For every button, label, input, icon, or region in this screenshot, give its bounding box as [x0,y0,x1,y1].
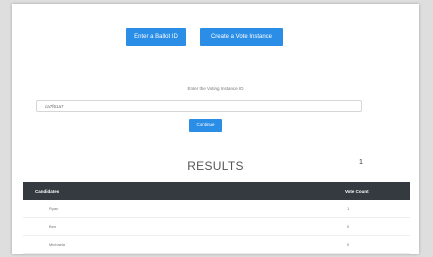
candidate-name: Michaela [23,235,335,254]
results-marker: 1 [359,159,363,166]
create-vote-instance-button[interactable]: Create a Vote Instance [200,28,283,46]
column-header-vote-count: Vote Count [335,182,410,200]
table-row: Michaela 0 [23,235,410,254]
candidate-name: Ben [23,217,335,236]
enter-ballot-id-button[interactable]: Enter a Ballot ID [126,28,186,46]
results-table-header-row: Candidates Vote Count [23,182,410,200]
app-page: Enter a Ballot ID Create a Vote Instance… [12,4,419,254]
vote-count: 0 [335,235,410,254]
voting-instance-id-input[interactable] [36,100,362,112]
voting-instance-label: Enter the Voting Instance ID [187,86,244,91]
table-row: Ryan 1 [23,200,410,218]
column-header-candidates: Candidates [23,182,335,200]
vote-count: 1 [335,200,410,218]
results-title: RESULTS [187,159,244,173]
table-row: Ben 0 [23,217,410,236]
continue-button[interactable]: Continue [189,119,222,132]
results-table: Candidates Vote Count Ryan 1 Ben 0 Micha… [23,182,410,254]
candidate-name: Ryan [23,200,335,218]
vote-count: 0 [335,217,410,236]
